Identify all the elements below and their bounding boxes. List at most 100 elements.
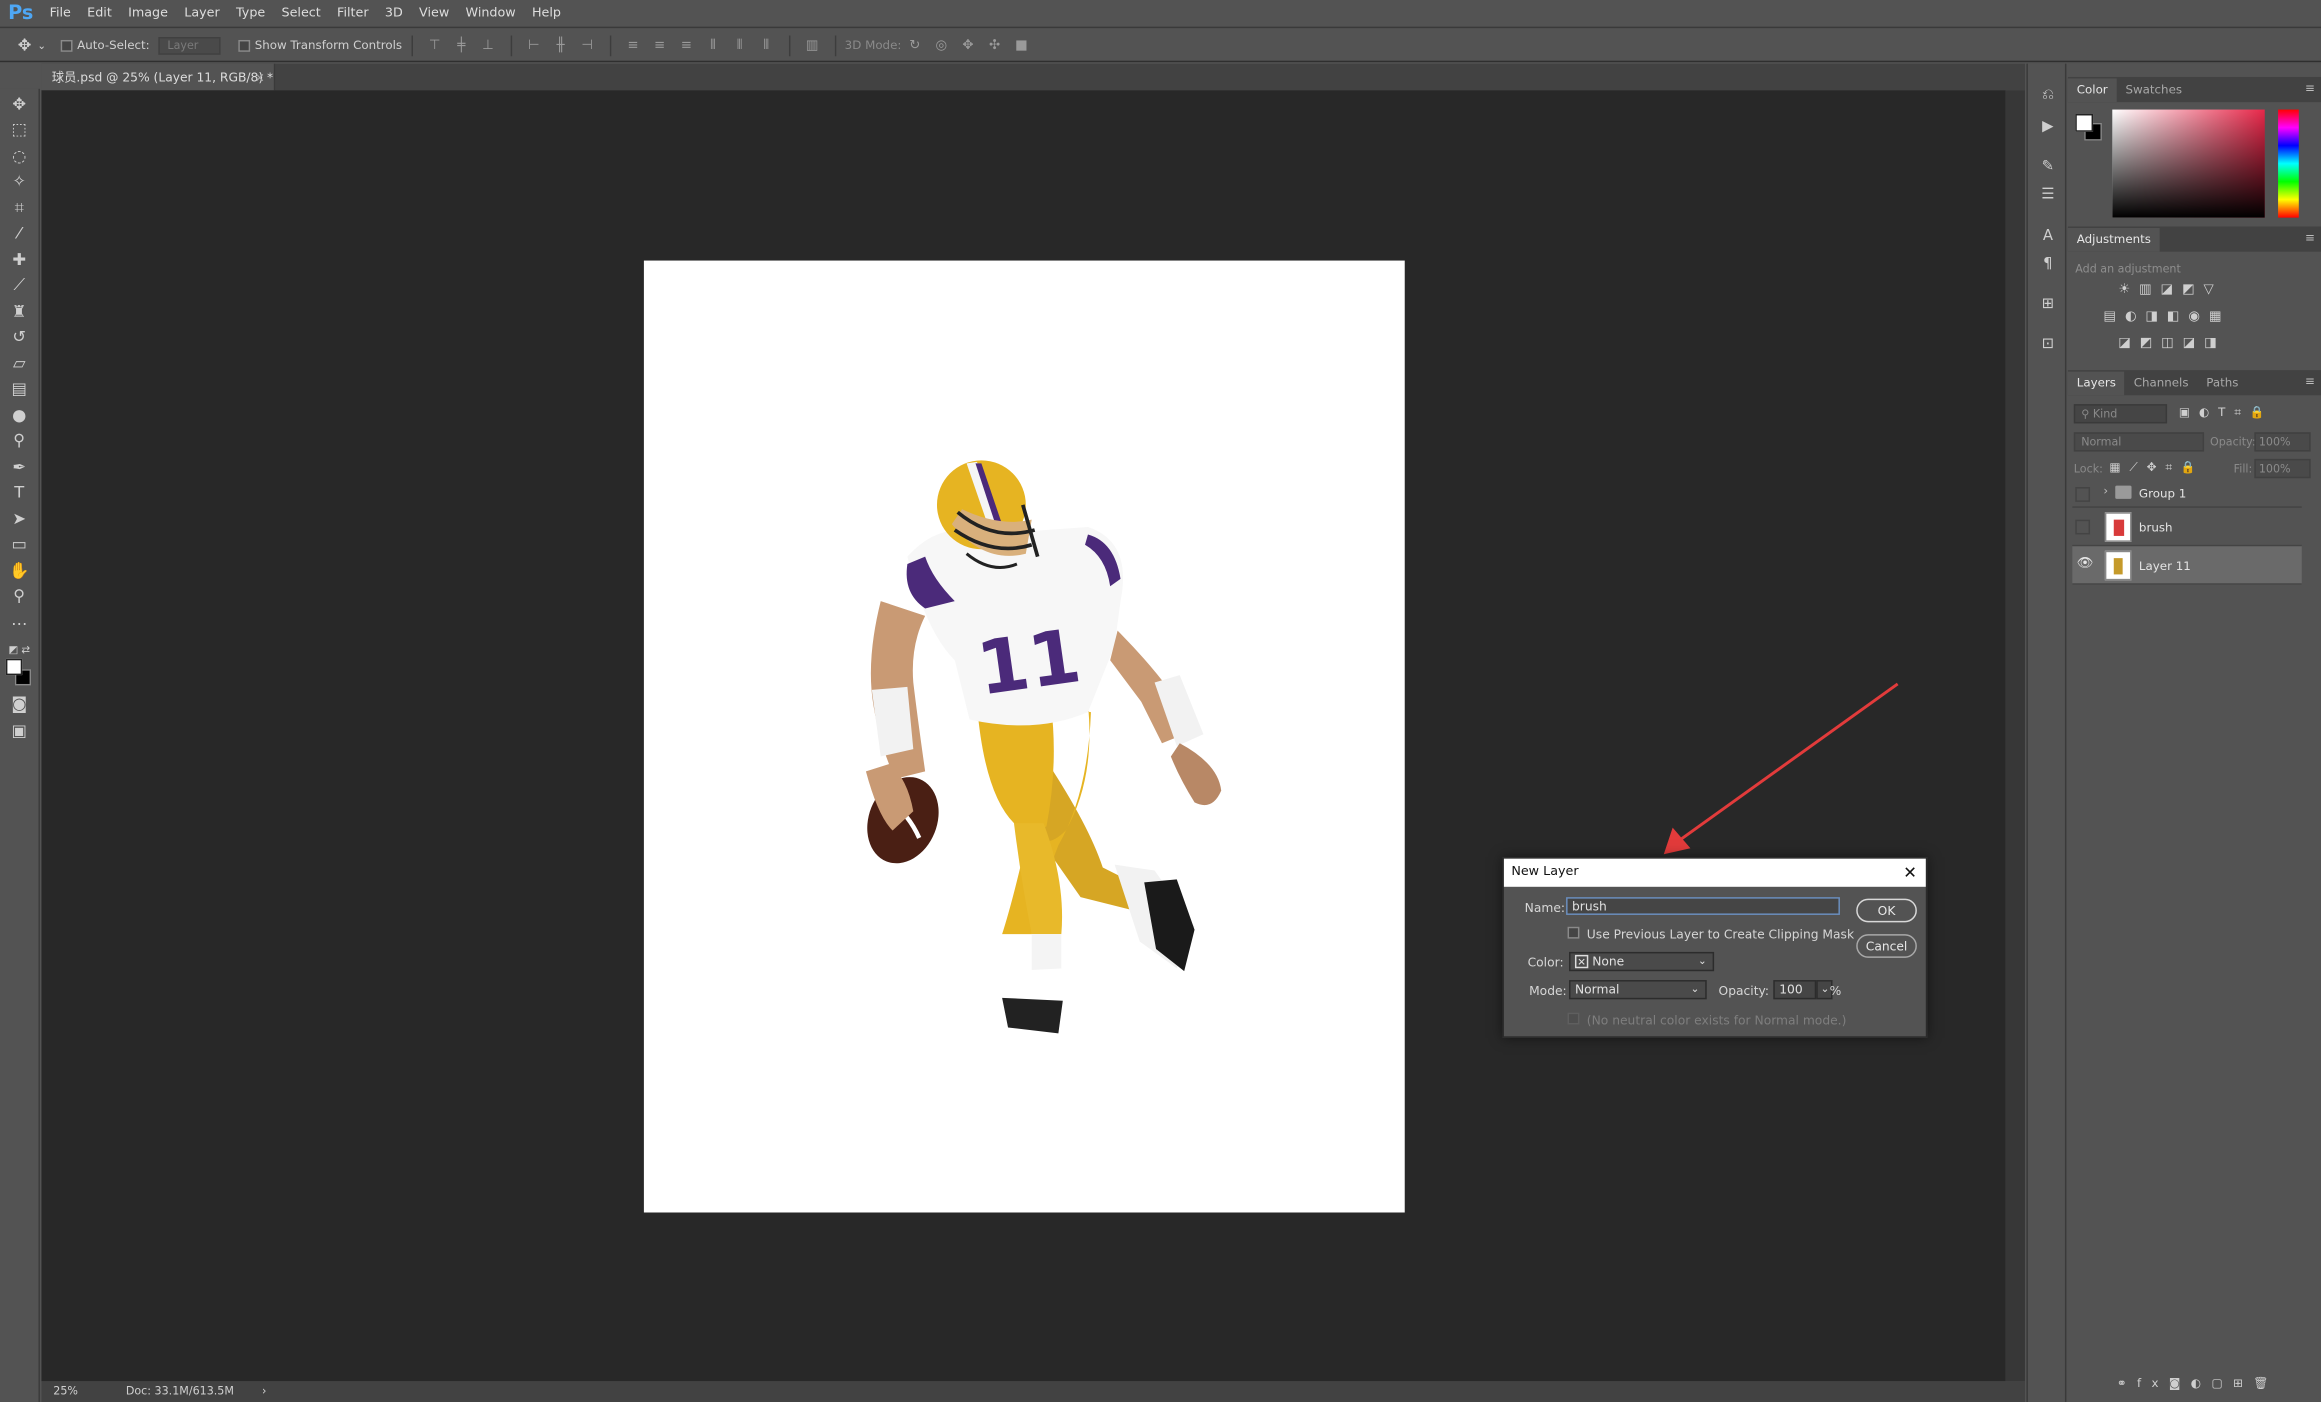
actions-panel-icon[interactable]: ▶: [2038, 117, 2057, 136]
menu-filter[interactable]: Filter: [329, 0, 377, 27]
menu-edit[interactable]: Edit: [79, 0, 120, 27]
fill-input[interactable]: 100%: [2254, 458, 2311, 479]
layer-row-group[interactable]: › Group 1: [2072, 481, 2302, 508]
distribute-left-icon[interactable]: ⦀: [704, 38, 722, 53]
layer-name[interactable]: Group 1: [2139, 487, 2186, 500]
layer-row-layer-11[interactable]: 👁 Layer 11: [2072, 546, 2302, 585]
adjustments-menu-icon[interactable]: ≡: [2305, 231, 2315, 244]
healing-brush-tool-icon[interactable]: ✚: [7, 250, 31, 271]
info-panel-icon[interactable]: ⊞: [2038, 295, 2057, 314]
opacity-input[interactable]: 100%: [2254, 432, 2311, 452]
pen-tool-icon[interactable]: ✒: [7, 457, 31, 478]
mode-select[interactable]: Normal ⌄: [1569, 980, 1707, 1000]
libraries-panel-icon[interactable]: ⊡: [2038, 335, 2057, 354]
magic-wand-tool-icon[interactable]: ✧: [7, 172, 31, 193]
menu-file[interactable]: File: [41, 0, 79, 27]
screen-mode-icon[interactable]: ▣: [7, 721, 31, 742]
hand-tool-icon[interactable]: ✋: [7, 561, 31, 582]
align-left-icon[interactable]: ⊢: [525, 38, 543, 53]
align-hcenter-icon[interactable]: ╫: [552, 38, 570, 53]
show-transform-checkbox[interactable]: [238, 39, 251, 52]
auto-align-icon[interactable]: ▥: [803, 38, 821, 53]
align-right-icon[interactable]: ⊣: [578, 38, 596, 53]
distribute-hcenter-icon[interactable]: ⦀: [731, 38, 749, 53]
path-selection-tool-icon[interactable]: ➤: [7, 509, 31, 530]
close-icon[interactable]: ✕: [1903, 859, 1917, 887]
lock-icons[interactable]: ▦⟋✥⌗🔒: [2109, 460, 2204, 475]
distribute-bottom-icon[interactable]: ≡: [677, 38, 695, 53]
layer-filter-kind[interactable]: ⚲ Kind: [2073, 404, 2168, 424]
default-colors-icon[interactable]: ◩ ⇄: [7, 640, 31, 661]
ok-button[interactable]: OK: [1856, 898, 1917, 923]
3d-drag-icon[interactable]: ✥: [959, 38, 977, 53]
align-bottom-icon[interactable]: ⊥: [479, 38, 497, 53]
layers-footer-icons[interactable]: ⚭fx◙◐▢⊞🗑: [2117, 1377, 2279, 1390]
align-top-icon[interactable]: ⊤: [426, 38, 444, 53]
menu-select[interactable]: Select: [273, 0, 329, 27]
blend-mode-select[interactable]: Normal: [2073, 432, 2205, 452]
color-fg-swatch[interactable]: [2075, 113, 2094, 132]
opacity-input[interactable]: 100: [1773, 980, 1817, 1000]
color-select[interactable]: ✕ None ⌄: [1569, 951, 1715, 972]
zoom-level[interactable]: 25%: [53, 1381, 78, 1402]
layer-name-input[interactable]: brush: [1566, 897, 1840, 915]
layer-name[interactable]: Layer 11: [2139, 560, 2191, 573]
menu-help[interactable]: Help: [524, 0, 569, 27]
marquee-tool-icon[interactable]: ⬚: [7, 120, 31, 141]
3d-rotate-icon[interactable]: ↻: [906, 38, 924, 53]
layer-name[interactable]: brush: [2139, 521, 2173, 534]
color-field[interactable]: [2112, 109, 2265, 218]
eye-icon[interactable]: 👁: [2077, 557, 2094, 572]
tab-adjustments[interactable]: Adjustments: [2067, 227, 2160, 252]
rectangle-tool-icon[interactable]: ▭: [7, 534, 31, 555]
adjustment-icons-row-1[interactable]: ☀▥◪◩▽: [2118, 283, 2222, 298]
menu-layer[interactable]: Layer: [176, 0, 228, 27]
blur-tool-icon[interactable]: ●: [7, 406, 31, 427]
menu-type[interactable]: Type: [228, 0, 274, 27]
move-tool-icon[interactable]: ✥: [18, 36, 32, 55]
layer-filter-icons[interactable]: ▣◐T⌗🔒: [2179, 406, 2274, 421]
layer-row-brush[interactable]: brush: [2072, 508, 2302, 547]
history-brush-tool-icon[interactable]: ↺: [7, 327, 31, 348]
tab-channels[interactable]: Channels: [2125, 372, 2198, 396]
align-vcenter-icon[interactable]: ╪: [452, 38, 470, 53]
hue-slider[interactable]: [2278, 109, 2299, 218]
paragraph-panel-icon[interactable]: ¶: [2038, 255, 2057, 274]
quick-mask-icon[interactable]: ◙: [7, 694, 31, 715]
3d-roll-icon[interactable]: ◎: [932, 38, 950, 53]
adjustment-icons-row-3[interactable]: ◪◩◫◪◨: [2118, 336, 2225, 351]
close-tab-icon[interactable]: ×: [255, 64, 265, 91]
menu-image[interactable]: Image: [120, 0, 176, 27]
crop-tool-icon[interactable]: ⌗: [7, 198, 31, 219]
foreground-color-swatch[interactable]: [5, 658, 23, 676]
character-panel-icon[interactable]: A: [2038, 227, 2057, 246]
distribute-vcenter-icon[interactable]: ≡: [651, 38, 669, 53]
auto-select-dropdown[interactable]: Layer: [158, 36, 221, 55]
menu-3d[interactable]: 3D: [377, 0, 411, 27]
distribute-top-icon[interactable]: ≡: [624, 38, 642, 53]
eraser-tool-icon[interactable]: ▱: [7, 354, 31, 375]
tab-swatches[interactable]: Swatches: [2117, 78, 2191, 102]
status-menu-arrow-icon[interactable]: ›: [262, 1381, 266, 1402]
tab-paths[interactable]: Paths: [2197, 372, 2247, 396]
menu-window[interactable]: Window: [457, 0, 523, 27]
color-panel-menu-icon[interactable]: ≡: [2305, 81, 2315, 94]
lasso-tool-icon[interactable]: ◌: [7, 147, 31, 168]
edit-toolbar-icon[interactable]: ⋯: [7, 614, 31, 635]
tool-preset-chevron-icon[interactable]: ⌄: [37, 39, 46, 51]
distribute-right-icon[interactable]: ⦀: [757, 38, 775, 53]
tab-layers[interactable]: Layers: [2067, 371, 2125, 396]
dodge-tool-icon[interactable]: ⚲: [7, 431, 31, 452]
brush-tool-icon[interactable]: ⟋: [7, 275, 31, 296]
gradient-tool-icon[interactable]: ▤: [7, 379, 31, 400]
vertical-scrollbar[interactable]: [2005, 90, 2025, 1382]
zoom-tool-icon[interactable]: ⚲: [7, 586, 31, 607]
group-expand-chevron-icon[interactable]: ›: [2103, 484, 2108, 497]
visibility-toggle[interactable]: [2075, 519, 2091, 535]
document-tab[interactable]: 球员.psd @ 25% (Layer 11, RGB/8) * ×: [41, 63, 276, 91]
3d-scale-icon[interactable]: ■: [1012, 38, 1030, 53]
eyedropper-tool-icon[interactable]: ⁄: [7, 224, 31, 245]
properties-panel-icon[interactable]: ☰: [2038, 185, 2057, 204]
layers-menu-icon[interactable]: ≡: [2305, 375, 2315, 388]
clipping-mask-checkbox[interactable]: [1567, 926, 1580, 939]
